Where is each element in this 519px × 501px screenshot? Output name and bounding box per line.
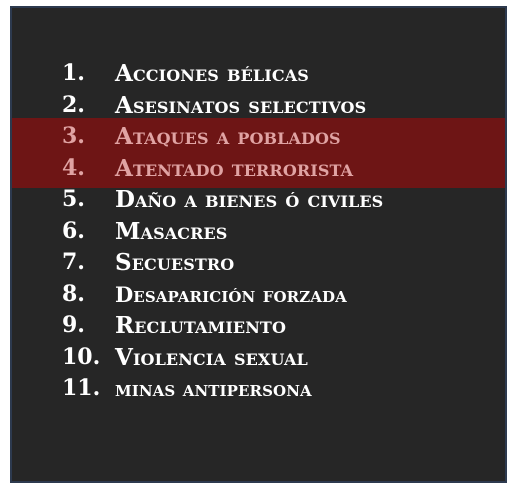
- numbered-list: 1. Acciones bélicas 2. Asesinatos select…: [62, 58, 415, 405]
- list-item: 9. Reclutamiento: [62, 310, 415, 342]
- list-item: 1. Acciones bélicas: [62, 58, 415, 90]
- slide: 1. Acciones bélicas 2. Asesinatos select…: [10, 6, 507, 483]
- list-item-label: Atentado terrorista: [115, 154, 354, 182]
- list-item-highlighted: 3. Ataques a poblados: [62, 121, 415, 153]
- list-item: 11. minas antipersona: [62, 373, 415, 405]
- list-item-number: 5.: [62, 186, 85, 212]
- list-item: 10. Violencia sexual: [62, 342, 415, 374]
- list-item: 7. Secuestro: [62, 247, 415, 279]
- list-item-number: 3.: [62, 123, 85, 149]
- list-item: 8. Desaparición forzada: [62, 279, 415, 311]
- list-item-label: Asesinatos selectivos: [115, 91, 367, 119]
- list-item-number: 11.: [62, 375, 101, 401]
- list-item-label: minas antipersona: [115, 376, 312, 401]
- list-item: 5. Daño a bienes ó civiles: [62, 184, 415, 216]
- list-item-number: 10.: [62, 343, 101, 370]
- list-item-label: Desaparición forzada: [115, 281, 347, 307]
- list-item-number: 7.: [62, 249, 85, 275]
- list-item-label: Masacres: [115, 217, 228, 245]
- list-item-label: Violencia sexual: [115, 343, 308, 371]
- list-item-label: Ataques a poblados: [115, 123, 341, 150]
- list-item-number: 4.: [62, 154, 85, 181]
- list-item-label: Acciones bélicas: [115, 60, 309, 87]
- list-item-number: 9.: [62, 312, 85, 338]
- list-item: 2. Asesinatos selectivos: [62, 90, 415, 122]
- list-item-number: 8.: [62, 280, 85, 307]
- list-item-label: Secuestro: [115, 249, 235, 276]
- list-item-label: Daño a bienes ó civiles: [115, 186, 384, 213]
- list-item: 6. Masacres: [62, 216, 415, 248]
- list-item-number: 1.: [62, 60, 85, 86]
- list-item-label: Reclutamiento: [115, 312, 286, 339]
- list-item-number: 2.: [62, 91, 85, 118]
- list-item-highlighted: 4. Atentado terrorista: [62, 153, 415, 185]
- list-item-number: 6.: [62, 217, 85, 244]
